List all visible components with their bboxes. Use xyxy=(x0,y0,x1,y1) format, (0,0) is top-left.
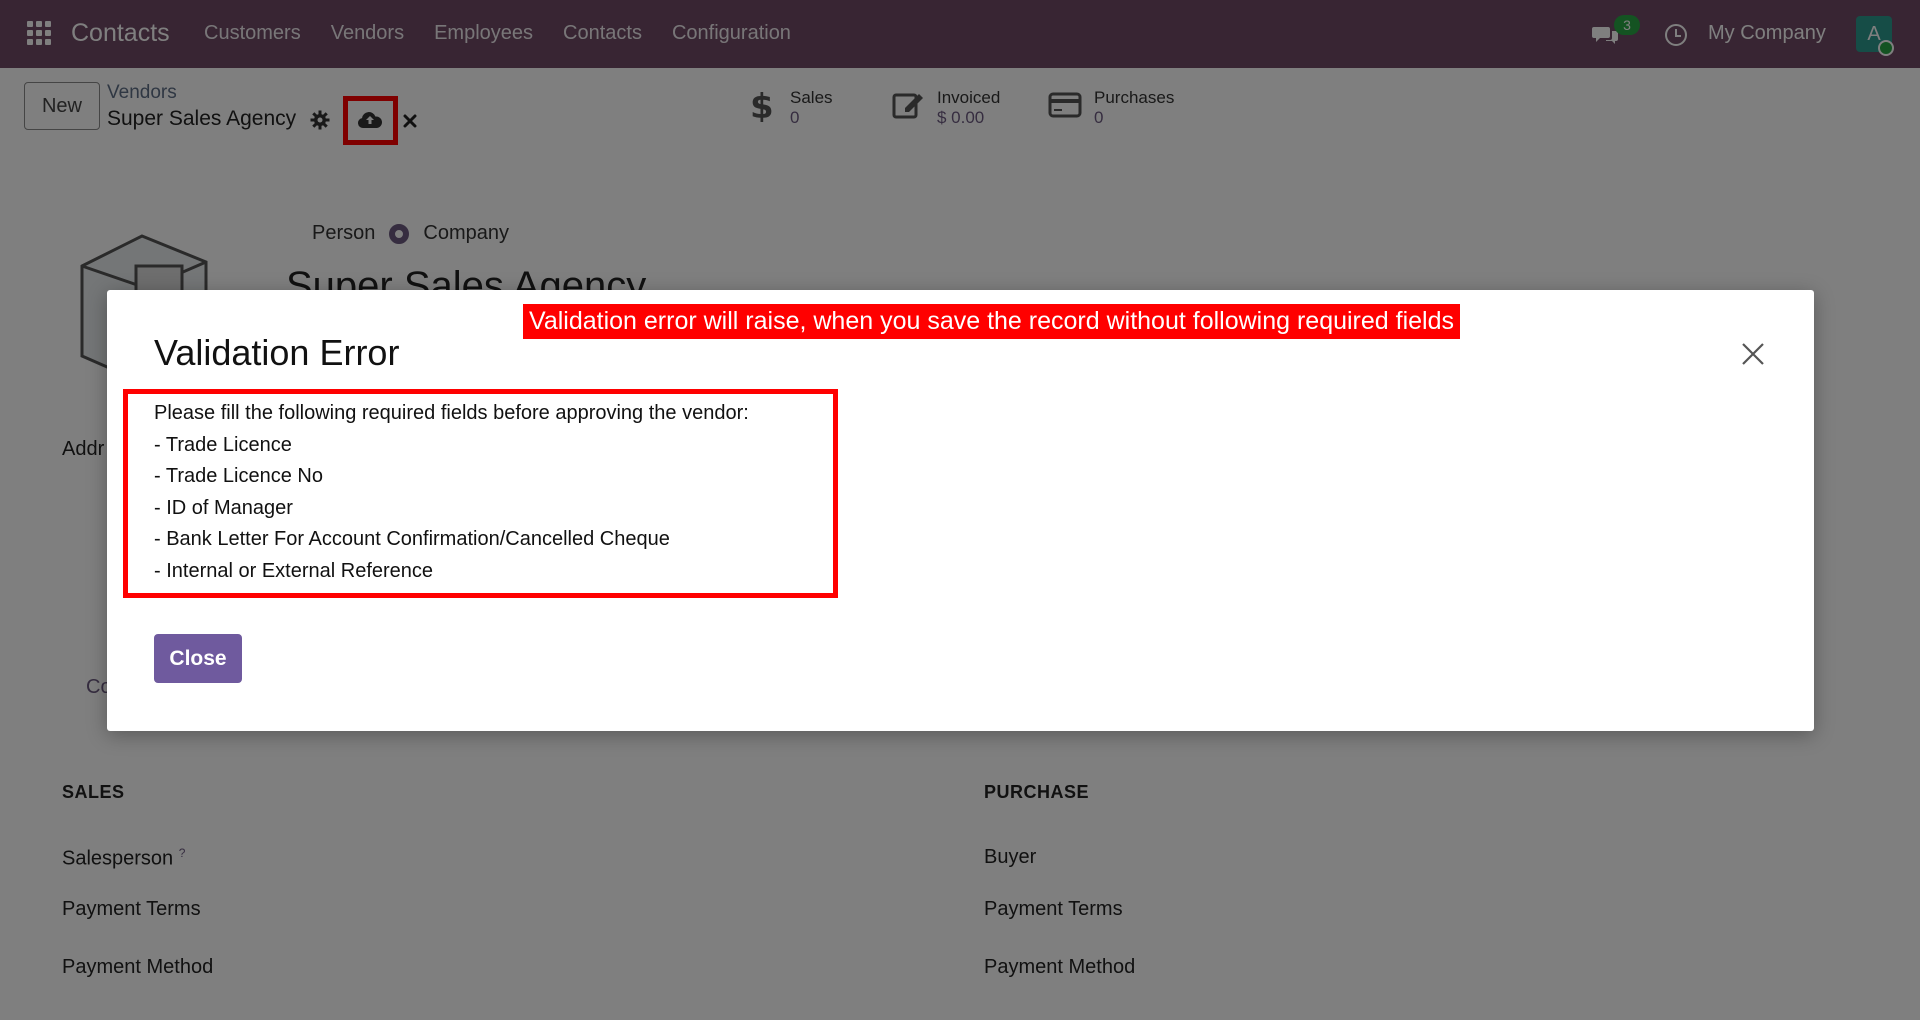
message-line: - Trade Licence No xyxy=(154,465,323,488)
message-line: - ID of Manager xyxy=(154,496,293,519)
validation-error-dialog: Validation error will raise, when you sa… xyxy=(107,290,1814,731)
message-line: - Bank Letter For Account Confirmation/C… xyxy=(154,528,670,551)
close-icon[interactable] xyxy=(1741,342,1765,366)
error-message: Please fill the following required field… xyxy=(154,398,749,588)
message-line: - Internal or External Reference xyxy=(154,559,434,582)
annotation-callout: Validation error will raise, when you sa… xyxy=(523,304,1460,339)
dialog-title: Validation Error xyxy=(154,332,400,373)
message-line: Please fill the following required field… xyxy=(154,402,749,424)
close-button[interactable]: Close xyxy=(154,634,242,683)
message-line: - Trade Licence xyxy=(154,433,292,456)
